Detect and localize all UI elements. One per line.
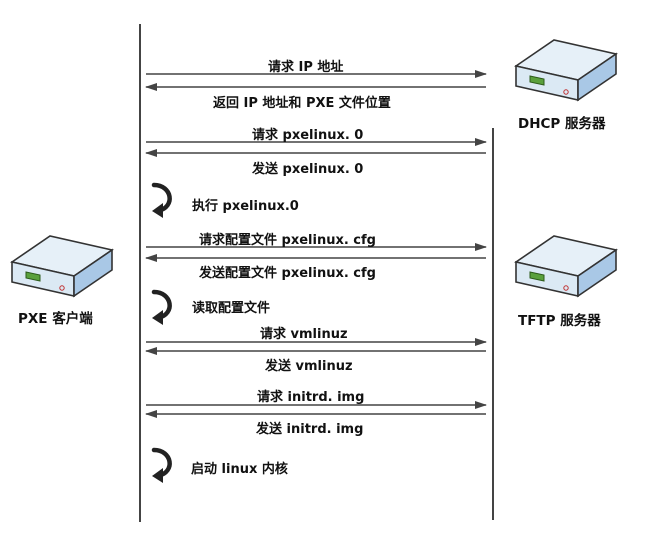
msg-label-8: 发送 vmlinuz: [265, 359, 353, 374]
client-label: PXE 客户端: [18, 311, 93, 327]
curved-arrow-icon: [151, 447, 172, 483]
tftp-server-icon: [514, 235, 618, 298]
msg-label-9: 请求 initrd. img: [257, 390, 365, 405]
curved-arrow-icon: [151, 182, 172, 218]
tftp-server-label: TFTP 服务器: [518, 313, 601, 329]
msg-label-7: 请求 vmlinuz: [260, 327, 348, 342]
client-server-icon: [10, 235, 114, 298]
msg-label-2: 返回 IP 地址和 PXE 文件位置: [213, 96, 391, 111]
step-label-1: 执行 pxelinux.0: [192, 199, 299, 214]
dhcp-server-label: DHCP 服务器: [518, 116, 606, 132]
msg-label-4: 发送 pxelinux. 0: [252, 162, 364, 177]
pxe-boot-sequence-diagram: DHCP 服务器 PXE 客户端 TFTP 服务器 请求 IP 地址 返回 IP…: [0, 0, 662, 537]
step-label-3: 启动 linux 内核: [191, 462, 288, 477]
step-label-2: 读取配置文件: [192, 301, 271, 316]
msg-label-3: 请求 pxelinux. 0: [252, 128, 364, 143]
msg-label-6: 发送配置文件 pxelinux. cfg: [199, 266, 376, 281]
msg-label-5: 请求配置文件 pxelinux. cfg: [199, 233, 376, 248]
dhcp-server-icon: [514, 39, 618, 102]
msg-label-10: 发送 initrd. img: [256, 422, 364, 437]
msg-label-1: 请求 IP 地址: [268, 60, 344, 75]
curved-arrow-icon: [151, 289, 172, 325]
